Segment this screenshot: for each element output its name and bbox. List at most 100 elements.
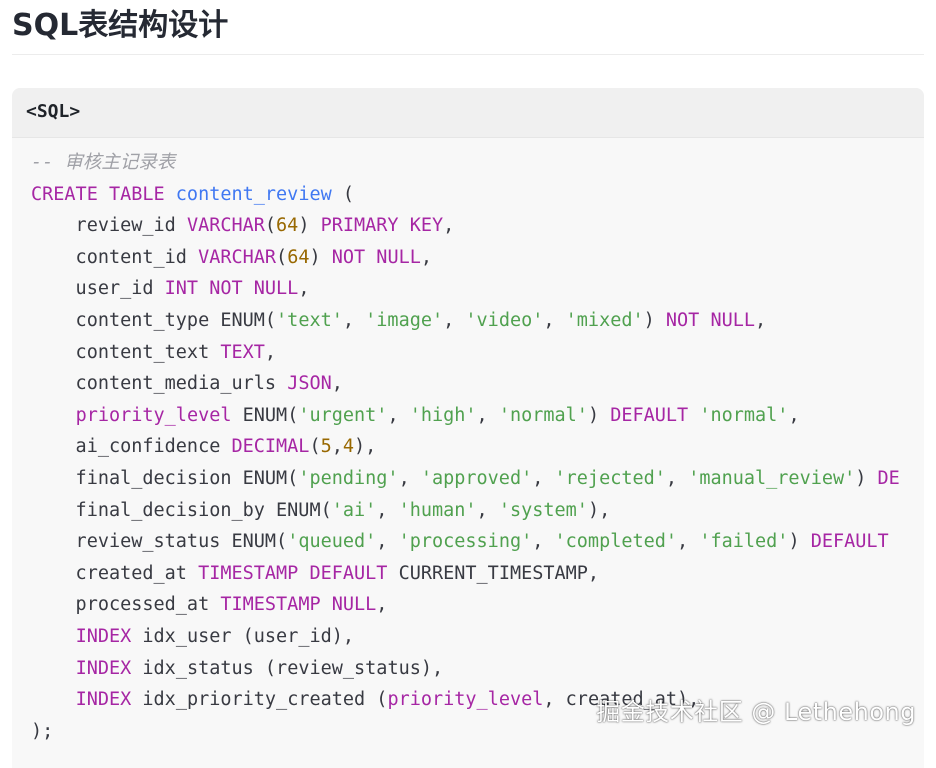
sql-text: , [342, 309, 366, 331]
page-title: SQL表结构设计 [12, 8, 229, 43]
sql-string: 'approved' [420, 467, 533, 489]
sql-keyword: VARCHAR [186, 215, 265, 237]
sql-text: ); [31, 720, 54, 742]
sql-text: , [387, 404, 410, 426]
code-line: review_status ENUM('queued', 'processing… [31, 526, 900, 558]
sql-keyword: NOT NULL [665, 309, 756, 331]
sql-string: 'completed' [554, 531, 678, 553]
sql-text: review_status ENUM( [31, 531, 288, 553]
sql-text: , [788, 404, 800, 426]
sql-keyword: DEFAULT [810, 531, 889, 553]
sql-keyword: TIMESTAMP DEFAULT [198, 562, 388, 584]
sql-text: , [665, 467, 689, 489]
sql-text: ( [309, 436, 321, 458]
sql-text: ) [298, 215, 321, 237]
sql-text: , [532, 467, 555, 489]
sql-text: , [298, 278, 310, 300]
code-line: content_text TEXT, [31, 337, 900, 369]
sql-text: , [376, 499, 399, 521]
title-divider [12, 54, 924, 55]
code-block-header: <SQL> [12, 88, 924, 138]
code-line: INDEX idx_user (user_id), [31, 621, 900, 653]
sql-string: 'image' [365, 309, 444, 331]
code-line: created_at TIMESTAMP DEFAULT CURRENT_TIM… [31, 558, 900, 590]
sql-text: , [398, 467, 421, 489]
sql-string: 'normal' [498, 404, 588, 426]
sql-text: content_type ENUM( [31, 309, 277, 331]
sql-text: idx_priority_created ( [131, 689, 388, 711]
code-line: final_decision_by ENUM('ai', 'human', 's… [31, 495, 900, 527]
watermark: 掘金技术社区 @ Lethehong [596, 698, 916, 726]
sql-text: , [331, 436, 343, 458]
code-line: priority_level ENUM('urgent', 'high', 'n… [31, 400, 900, 432]
sql-text: final_decision ENUM( [31, 467, 299, 489]
sql-string: 'pending' [298, 467, 399, 489]
sql-text: idx_status (review_status), [131, 657, 444, 679]
sql-text: ENUM( [231, 404, 299, 426]
code-line: user_id INT NOT NULL, [31, 273, 900, 305]
sql-string: 'manual_review' [688, 467, 856, 489]
sql-text: , [420, 246, 432, 268]
code-language-label: <SQL> [26, 101, 81, 122]
sql-string: 'system' [498, 499, 588, 521]
sql-keyword: INT NOT NULL [164, 278, 299, 300]
sql-comment: -- 审核主记录表 [31, 152, 176, 173]
sql-text: ) [788, 531, 811, 553]
sql-string: 'queued' [287, 531, 377, 553]
sql-string: 'high' [409, 404, 477, 426]
sql-string: 'text' [276, 309, 343, 331]
sql-text: , [376, 531, 399, 553]
code-line: ai_confidence DECIMAL(5,4), [31, 431, 900, 463]
sql-string: 'normal' [699, 404, 789, 426]
sql-keyword: CREATE TABLE [31, 183, 165, 205]
sql-code[interactable]: -- 审核主记录表 CREATE TABLE content_review ( r… [31, 147, 900, 747]
code-line: CREATE TABLE content_review ( [31, 179, 900, 211]
sql-text: , [677, 531, 700, 553]
sql-text: ( [276, 246, 288, 268]
sql-text: ) [309, 246, 332, 268]
sql-text: , [543, 309, 566, 331]
sql-string: 'video' [465, 309, 544, 331]
code-line: INDEX idx_status (review_status), [31, 653, 900, 685]
sql-keyword: INDEX [75, 689, 132, 711]
code-line: -- 审核主记录表 [31, 147, 900, 179]
code-line: content_media_urls JSON, [31, 368, 900, 400]
sql-text: CURRENT_TIMESTAMP, [387, 562, 600, 584]
code-block: <SQL> -- 审核主记录表 CREATE TABLE content_revi… [12, 88, 924, 768]
sql-string: 'rejected' [554, 467, 666, 489]
sql-text: ) [643, 309, 666, 331]
sql-text: content_media_urls [31, 373, 288, 395]
sql-text: ( [331, 183, 355, 205]
sql-keyword: INDEX [75, 657, 132, 679]
sql-text: , [264, 341, 277, 363]
sql-text: , [443, 309, 466, 331]
sql-keyword: DEFAULT [610, 404, 689, 426]
sql-number: 4 [342, 436, 355, 458]
sql-number: 64 [276, 215, 299, 237]
code-line: content_type ENUM('text', 'image', 'vide… [31, 305, 900, 337]
sql-string: 'mixed' [565, 309, 644, 331]
sql-keyword: priority_level [75, 404, 232, 426]
sql-text: created_at [31, 562, 199, 584]
sql-text: , [376, 594, 388, 616]
sql-text: , [532, 531, 555, 553]
sql-text: , [443, 215, 455, 237]
sql-text: ) [587, 404, 611, 426]
sql-text: content_id [31, 246, 199, 268]
sql-string: 'ai' [331, 499, 377, 521]
sql-text: ( [264, 215, 277, 237]
sql-text: idx_user (user_id), [131, 625, 355, 647]
sql-keyword: DECIMAL [231, 436, 310, 458]
sql-text: , [331, 373, 343, 395]
sql-keyword: JSON [287, 373, 332, 395]
sql-keyword: TEXT [220, 341, 265, 363]
sql-text: processed_at [31, 594, 221, 616]
code-line: final_decision ENUM('pending', 'approved… [31, 463, 900, 495]
code-line: review_id VARCHAR(64) PRIMARY KEY, [31, 210, 900, 242]
sql-text: review_id [31, 215, 187, 237]
